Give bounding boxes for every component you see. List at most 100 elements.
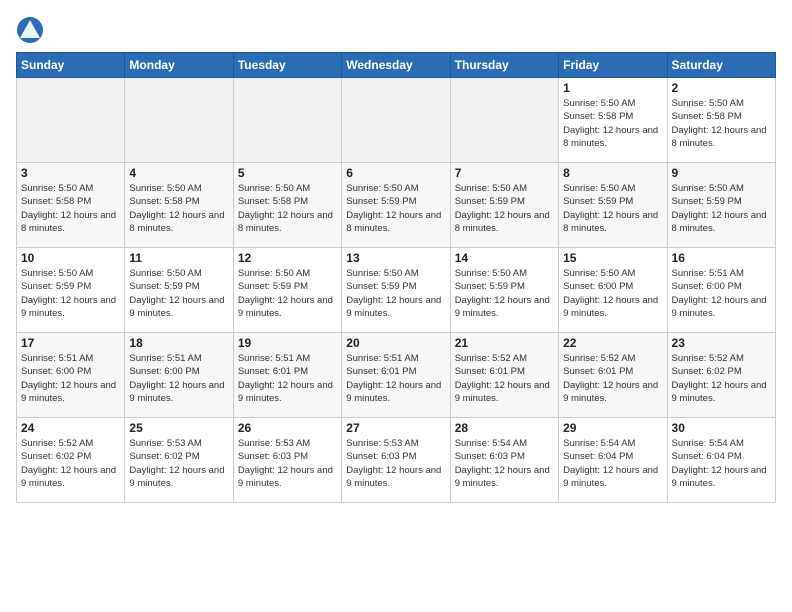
day-number: 22 — [563, 336, 662, 350]
day-number: 9 — [672, 166, 771, 180]
day-info: Sunrise: 5:53 AM Sunset: 6:03 PM Dayligh… — [238, 437, 337, 490]
day-info: Sunrise: 5:50 AM Sunset: 5:59 PM Dayligh… — [21, 267, 120, 320]
calendar-cell: 13 Sunrise: 5:50 AM Sunset: 5:59 PM Dayli… — [342, 248, 450, 333]
weekday-header-sunday: Sunday — [17, 53, 125, 78]
calendar-cell: 5 Sunrise: 5:50 AM Sunset: 5:58 PM Daylig… — [233, 163, 341, 248]
calendar-cell: 8Sunrise: 5:50 AM Sunset: 5:59 PM Daylig… — [559, 163, 667, 248]
header — [16, 12, 776, 44]
day-number: 5 — [238, 166, 337, 180]
day-number: 27 — [346, 421, 445, 435]
day-number: 21 — [455, 336, 554, 350]
day-info: Sunrise: 5:50 AM Sunset: 5:59 PM Dayligh… — [563, 182, 662, 235]
calendar-week-4: 17 Sunrise: 5:51 AM Sunset: 6:00 PM Dayli… — [17, 333, 776, 418]
calendar-cell: 3 Sunrise: 5:50 AM Sunset: 5:58 PM Daylig… — [17, 163, 125, 248]
day-info: Sunrise: 5:50 AM Sunset: 5:58 PM Dayligh… — [672, 97, 771, 150]
day-info: Sunrise: 5:53 AM Sunset: 6:02 PM Dayligh… — [129, 437, 228, 490]
calendar-week-1: 1 Sunrise: 5:50 AM Sunset: 5:58 PM Daylig… — [17, 78, 776, 163]
day-info: Sunrise: 5:52 AM Sunset: 6:01 PM Dayligh… — [563, 352, 662, 405]
logo — [16, 16, 47, 44]
calendar-body: 1 Sunrise: 5:50 AM Sunset: 5:58 PM Daylig… — [17, 78, 776, 503]
day-info: Sunrise: 5:51 AM Sunset: 6:00 PM Dayligh… — [129, 352, 228, 405]
calendar-week-3: 10 Sunrise: 5:50 AM Sunset: 5:59 PM Dayli… — [17, 248, 776, 333]
calendar-cell: 30 Sunrise: 5:54 AM Sunset: 6:04 PM Dayli… — [667, 418, 775, 503]
day-number: 20 — [346, 336, 445, 350]
day-number: 17 — [21, 336, 120, 350]
day-number: 23 — [672, 336, 771, 350]
calendar-cell: 21 Sunrise: 5:52 AM Sunset: 6:01 PM Dayli… — [450, 333, 558, 418]
day-info: Sunrise: 5:53 AM Sunset: 6:03 PM Dayligh… — [346, 437, 445, 490]
day-number: 10 — [21, 251, 120, 265]
day-info: Sunrise: 5:51 AM Sunset: 6:01 PM Dayligh… — [346, 352, 445, 405]
calendar-cell — [342, 78, 450, 163]
calendar-cell: 25 Sunrise: 5:53 AM Sunset: 6:02 PM Dayli… — [125, 418, 233, 503]
day-info: Sunrise: 5:50 AM Sunset: 5:59 PM Dayligh… — [129, 267, 228, 320]
day-number: 26 — [238, 421, 337, 435]
weekday-header-wednesday: Wednesday — [342, 53, 450, 78]
calendar-cell: 22 Sunrise: 5:52 AM Sunset: 6:01 PM Dayli… — [559, 333, 667, 418]
day-number: 11 — [129, 251, 228, 265]
weekday-header-tuesday: Tuesday — [233, 53, 341, 78]
calendar-cell: 12Sunrise: 5:50 AM Sunset: 5:59 PM Dayli… — [233, 248, 341, 333]
calendar-cell: 10 Sunrise: 5:50 AM Sunset: 5:59 PM Dayli… — [17, 248, 125, 333]
day-info: Sunrise: 5:50 AM Sunset: 5:59 PM Dayligh… — [455, 267, 554, 320]
day-info: Sunrise: 5:51 AM Sunset: 6:00 PM Dayligh… — [21, 352, 120, 405]
calendar-cell — [125, 78, 233, 163]
day-info: Sunrise: 5:50 AM Sunset: 5:58 PM Dayligh… — [238, 182, 337, 235]
day-number: 29 — [563, 421, 662, 435]
calendar-table: SundayMondayTuesdayWednesdayThursdayFrid… — [16, 52, 776, 503]
calendar-cell: 28 Sunrise: 5:54 AM Sunset: 6:03 PM Dayli… — [450, 418, 558, 503]
day-number: 1 — [563, 81, 662, 95]
calendar-cell: 29Sunrise: 5:54 AM Sunset: 6:04 PM Dayli… — [559, 418, 667, 503]
day-info: Sunrise: 5:54 AM Sunset: 6:04 PM Dayligh… — [672, 437, 771, 490]
calendar-header: SundayMondayTuesdayWednesdayThursdayFrid… — [17, 53, 776, 78]
day-number: 2 — [672, 81, 771, 95]
calendar-cell: 11 Sunrise: 5:50 AM Sunset: 5:59 PM Dayli… — [125, 248, 233, 333]
day-number: 3 — [21, 166, 120, 180]
calendar-cell: 4Sunrise: 5:50 AM Sunset: 5:58 PM Daylig… — [125, 163, 233, 248]
day-info: Sunrise: 5:50 AM Sunset: 5:58 PM Dayligh… — [129, 182, 228, 235]
calendar-cell: 20 Sunrise: 5:51 AM Sunset: 6:01 PM Dayli… — [342, 333, 450, 418]
day-info: Sunrise: 5:50 AM Sunset: 5:59 PM Dayligh… — [346, 182, 445, 235]
calendar-cell: 16 Sunrise: 5:51 AM Sunset: 6:00 PM Dayli… — [667, 248, 775, 333]
calendar-cell: 24 Sunrise: 5:52 AM Sunset: 6:02 PM Dayli… — [17, 418, 125, 503]
calendar-cell: 19 Sunrise: 5:51 AM Sunset: 6:01 PM Dayli… — [233, 333, 341, 418]
calendar-cell: 6 Sunrise: 5:50 AM Sunset: 5:59 PM Daylig… — [342, 163, 450, 248]
day-number: 24 — [21, 421, 120, 435]
weekday-header-row: SundayMondayTuesdayWednesdayThursdayFrid… — [17, 53, 776, 78]
day-info: Sunrise: 5:50 AM Sunset: 5:58 PM Dayligh… — [563, 97, 662, 150]
day-info: Sunrise: 5:51 AM Sunset: 6:01 PM Dayligh… — [238, 352, 337, 405]
day-info: Sunrise: 5:50 AM Sunset: 5:58 PM Dayligh… — [21, 182, 120, 235]
calendar-cell: 14 Sunrise: 5:50 AM Sunset: 5:59 PM Dayli… — [450, 248, 558, 333]
calendar-cell: 9Sunrise: 5:50 AM Sunset: 5:59 PM Daylig… — [667, 163, 775, 248]
calendar-cell — [17, 78, 125, 163]
day-info: Sunrise: 5:51 AM Sunset: 6:00 PM Dayligh… — [672, 267, 771, 320]
logo-icon — [16, 16, 44, 44]
day-number: 15 — [563, 251, 662, 265]
day-number: 19 — [238, 336, 337, 350]
calendar-cell: 17 Sunrise: 5:51 AM Sunset: 6:00 PM Dayli… — [17, 333, 125, 418]
day-number: 16 — [672, 251, 771, 265]
day-number: 7 — [455, 166, 554, 180]
calendar-week-2: 3 Sunrise: 5:50 AM Sunset: 5:58 PM Daylig… — [17, 163, 776, 248]
day-info: Sunrise: 5:52 AM Sunset: 6:02 PM Dayligh… — [21, 437, 120, 490]
weekday-header-monday: Monday — [125, 53, 233, 78]
calendar-week-5: 24 Sunrise: 5:52 AM Sunset: 6:02 PM Dayli… — [17, 418, 776, 503]
day-info: Sunrise: 5:54 AM Sunset: 6:03 PM Dayligh… — [455, 437, 554, 490]
day-info: Sunrise: 5:50 AM Sunset: 5:59 PM Dayligh… — [346, 267, 445, 320]
day-number: 18 — [129, 336, 228, 350]
day-info: Sunrise: 5:52 AM Sunset: 6:02 PM Dayligh… — [672, 352, 771, 405]
day-number: 30 — [672, 421, 771, 435]
day-number: 25 — [129, 421, 228, 435]
calendar-cell: 18 Sunrise: 5:51 AM Sunset: 6:00 PM Dayli… — [125, 333, 233, 418]
calendar-cell: 26 Sunrise: 5:53 AM Sunset: 6:03 PM Dayli… — [233, 418, 341, 503]
calendar-cell: 27 Sunrise: 5:53 AM Sunset: 6:03 PM Dayli… — [342, 418, 450, 503]
day-number: 6 — [346, 166, 445, 180]
calendar-cell: 15Sunrise: 5:50 AM Sunset: 6:00 PM Dayli… — [559, 248, 667, 333]
day-number: 28 — [455, 421, 554, 435]
day-number: 13 — [346, 251, 445, 265]
day-info: Sunrise: 5:50 AM Sunset: 5:59 PM Dayligh… — [455, 182, 554, 235]
calendar-cell: 7 Sunrise: 5:50 AM Sunset: 5:59 PM Daylig… — [450, 163, 558, 248]
day-info: Sunrise: 5:50 AM Sunset: 5:59 PM Dayligh… — [238, 267, 337, 320]
day-info: Sunrise: 5:52 AM Sunset: 6:01 PM Dayligh… — [455, 352, 554, 405]
day-number: 14 — [455, 251, 554, 265]
